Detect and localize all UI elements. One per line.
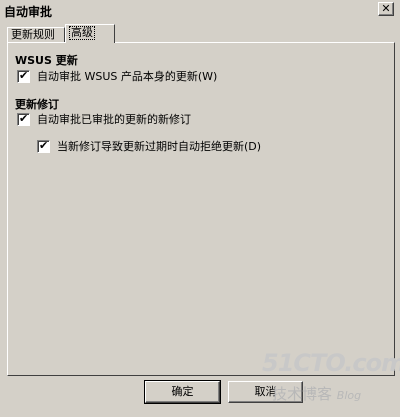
advanced-panel: WSUS 更新 ✔ 自动审批 WSUS 产品本身的更新(W) 更新修订 ✔ 自动…	[7, 42, 395, 376]
checkbox-label-auto-approve-wsus: 自动审批 WSUS 产品本身的更新(W)	[37, 70, 218, 83]
checkmark-icon: ✔	[19, 112, 29, 125]
tab-advanced[interactable]: 高级	[65, 24, 115, 43]
ok-button[interactable]: 确定	[144, 380, 221, 404]
button-bar: 确定 取消	[0, 376, 400, 417]
section-title-revisions: 更新修订	[15, 98, 59, 111]
checkmark-icon: ✔	[39, 139, 49, 152]
checkbox-auto-decline-expired[interactable]: ✔	[37, 140, 50, 153]
tab-update-rules[interactable]: 更新规则	[7, 27, 65, 42]
checkbox-label-auto-approve-revisions: 自动审批已审批的更新的新修订	[37, 113, 191, 126]
checkbox-label-auto-decline-expired: 当新修订导致更新过期时自动拒绝更新(D)	[57, 140, 262, 153]
close-icon: ✕	[381, 2, 391, 15]
section-title-wsus: WSUS 更新	[15, 54, 78, 67]
tab-update-rules-label: 更新规则	[11, 28, 55, 41]
title-bar: 自动审批 ✕	[0, 0, 400, 19]
checkmark-icon: ✔	[19, 69, 29, 82]
checkbox-auto-approve-wsus[interactable]: ✔	[17, 70, 30, 83]
close-button[interactable]: ✕	[378, 2, 394, 16]
cancel-button[interactable]: 取消	[228, 381, 303, 403]
tab-advanced-label: 高级	[69, 26, 95, 40]
auto-approval-dialog: 自动审批 ✕ 更新规则 高级 WSUS 更新 ✔ 自动审批 WSUS 产品本身的…	[0, 0, 400, 417]
window-title: 自动审批	[4, 5, 53, 19]
checkbox-auto-approve-revisions[interactable]: ✔	[17, 113, 30, 126]
